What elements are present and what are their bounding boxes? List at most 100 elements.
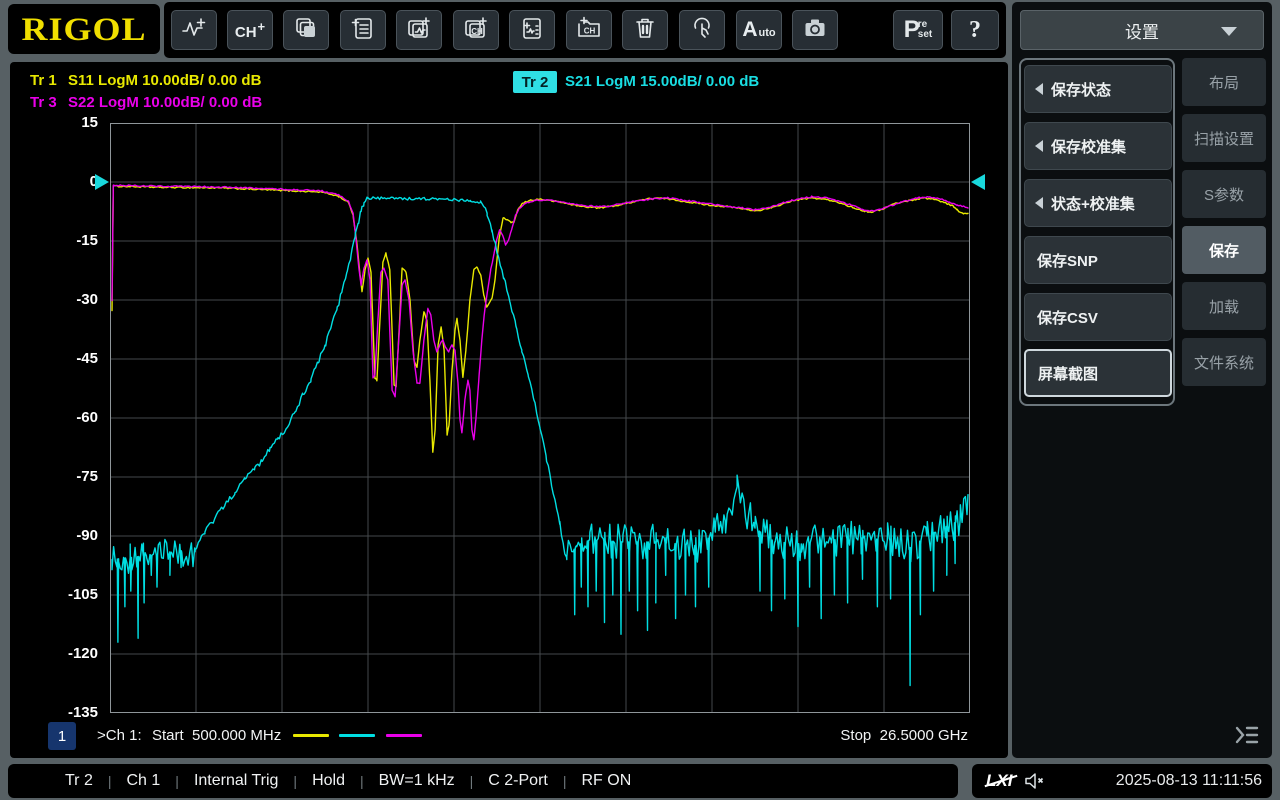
- copy-window-button[interactable]: [283, 10, 329, 50]
- reference-level-marker-right[interactable]: [971, 174, 985, 190]
- help-button[interactable]: ?: [951, 10, 999, 50]
- wave-plus-icon: [181, 15, 207, 46]
- status-items: Tr 2|Ch 1|Internal Trig|Hold|BW=1 kHz|C …: [65, 772, 631, 790]
- svg-text:CH: CH: [584, 26, 596, 35]
- submenu-save-csv[interactable]: 保存CSV: [1024, 293, 1172, 341]
- trace1-detail[interactable]: S11 LogM 10.00dB/ 0.00 dB: [68, 72, 261, 92]
- collapse-menu-icon: [1234, 724, 1260, 751]
- layers-ch-plus-icon: CH: [463, 15, 489, 46]
- channel-badge[interactable]: 1: [48, 722, 76, 750]
- new-report-button[interactable]: [340, 10, 386, 50]
- tab-load[interactable]: 加载: [1182, 282, 1266, 330]
- speaker-muted-icon[interactable]: [1024, 772, 1046, 790]
- status-item: Tr 2: [65, 772, 93, 790]
- lxi-icon[interactable]: LXI: [986, 771, 1012, 791]
- y-tick-label: -15: [24, 231, 98, 251]
- y-tick-label: 0: [24, 172, 98, 192]
- datetime-label: 2025-08-13 11:11:56: [1116, 772, 1262, 790]
- separator: |: [293, 773, 297, 789]
- plus-icon: +: [258, 19, 266, 34]
- folder-channel-button[interactable]: CH: [566, 10, 612, 50]
- trace3-id[interactable]: Tr 3: [30, 94, 57, 114]
- chevron-left-icon: [1035, 197, 1043, 209]
- copy-channel-button[interactable]: CH: [453, 10, 499, 50]
- tab-save[interactable]: 保存: [1182, 226, 1266, 274]
- submenu-state-cal[interactable]: 状态+校准集: [1024, 179, 1172, 227]
- reference-level-marker-left[interactable]: [95, 174, 109, 190]
- chevron-down-icon: [1221, 27, 1237, 36]
- auto-scale-button[interactable]: Auto: [736, 10, 782, 50]
- status-bar: Tr 2|Ch 1|Internal Trig|Hold|BW=1 kHz|C …: [8, 764, 958, 798]
- status-item: Internal Trig: [194, 772, 278, 790]
- trash-icon: [632, 15, 658, 46]
- trace3-color-swatch: [386, 734, 422, 737]
- y-tick-label: -45: [24, 349, 98, 369]
- trace2-detail[interactable]: S21 LogM 15.00dB/ 0.00 dB: [565, 73, 759, 93]
- layers-wave-plus-icon: [406, 15, 432, 46]
- status-item: C 2-Port: [488, 772, 548, 790]
- y-tick-label: -60: [24, 408, 98, 428]
- menu-title: 设置: [1125, 18, 1159, 43]
- submenu-save-state[interactable]: 保存状态: [1024, 65, 1172, 113]
- chevron-left-icon: [1035, 83, 1043, 95]
- status-item: Hold: [312, 772, 345, 790]
- screenshot-button[interactable]: [792, 10, 838, 50]
- rigol-logo-text: RIGOL: [21, 10, 146, 49]
- add-channel-button[interactable]: CH+: [227, 10, 273, 50]
- camera-icon: [802, 15, 828, 46]
- submenu-screenshot[interactable]: 屏幕截图: [1024, 349, 1172, 397]
- start-frequency-label[interactable]: Start 500.000 MHz: [152, 727, 281, 744]
- document-plus-icon: [350, 15, 376, 46]
- preset-label-bottom: set: [918, 30, 932, 40]
- tab-sweep-setup[interactable]: 扫描设置: [1182, 114, 1266, 162]
- help-icon: ?: [969, 17, 981, 44]
- stop-frequency-label[interactable]: Stop 26.5000 GHz: [840, 727, 968, 744]
- trace2-color-swatch: [339, 734, 375, 737]
- separator: |: [563, 773, 567, 789]
- y-tick-label: 15: [24, 113, 98, 133]
- toolbar: CH+ CH CH Auto P: [164, 2, 1006, 58]
- channel-label: >Ch 1:: [97, 727, 142, 744]
- touch-button[interactable]: [679, 10, 725, 50]
- touch-icon: [689, 15, 715, 46]
- trace3-detail[interactable]: S22 LogM 10.00dB/ 0.00 dB: [68, 94, 262, 114]
- status-item: BW=1 kHz: [379, 772, 455, 790]
- svg-text:CH: CH: [471, 27, 483, 36]
- auto-label-big: A: [742, 18, 757, 41]
- channel-footer: 1 >Ch 1: Start 500.000 MHz Stop 26.5000 …: [10, 720, 1008, 750]
- tab-file-system[interactable]: 文件系统: [1182, 338, 1266, 386]
- trace1-color-swatch: [293, 734, 329, 737]
- trace1-id[interactable]: Tr 1: [30, 72, 57, 92]
- y-tick-label: -120: [24, 644, 98, 664]
- system-bar: LXI 2025-08-13 11:11:56: [972, 764, 1272, 798]
- tab-s-parameters[interactable]: S参数: [1182, 170, 1266, 218]
- separator: |: [175, 773, 179, 789]
- y-tick-label: -90: [24, 526, 98, 546]
- delete-button[interactable]: [622, 10, 668, 50]
- status-item: RF ON: [581, 772, 631, 790]
- graticule: [110, 123, 970, 713]
- menu-header-dropdown[interactable]: 设置: [1020, 10, 1264, 50]
- layers-icon: [293, 15, 319, 46]
- submenu-save-snp[interactable]: 保存SNP: [1024, 236, 1172, 284]
- separator: |: [360, 773, 364, 789]
- trace2-active-badge[interactable]: Tr 2: [513, 71, 557, 93]
- folder-ch-plus-icon: CH: [576, 15, 602, 46]
- copy-trace-button[interactable]: [396, 10, 442, 50]
- menu-panel: 设置 保存状态 保存校准集 状态+校准集 保存SNP 保存CSV 屏幕截图 布局…: [1012, 2, 1272, 758]
- rigol-logo: RIGOL: [8, 4, 160, 54]
- vna-screen: RIGOL CH+ CH CH: [0, 0, 1280, 800]
- y-tick-label: -105: [24, 585, 98, 605]
- y-tick-label: -75: [24, 467, 98, 487]
- add-trace-button[interactable]: [171, 10, 217, 50]
- submenu-save-cal[interactable]: 保存校准集: [1024, 122, 1172, 170]
- preset-button[interactable]: P reset: [893, 10, 943, 50]
- y-tick-label: -30: [24, 290, 98, 310]
- ch-label: CH: [235, 24, 257, 41]
- separator: |: [108, 773, 112, 789]
- plot-area: Tr 1 S11 LogM 10.00dB/ 0.00 dB Tr 3 S22 …: [10, 62, 1008, 758]
- collapse-menu-button[interactable]: [1232, 724, 1262, 750]
- tab-layout[interactable]: 布局: [1182, 58, 1266, 106]
- clipboard-trace-button[interactable]: [509, 10, 555, 50]
- separator: |: [470, 773, 474, 789]
